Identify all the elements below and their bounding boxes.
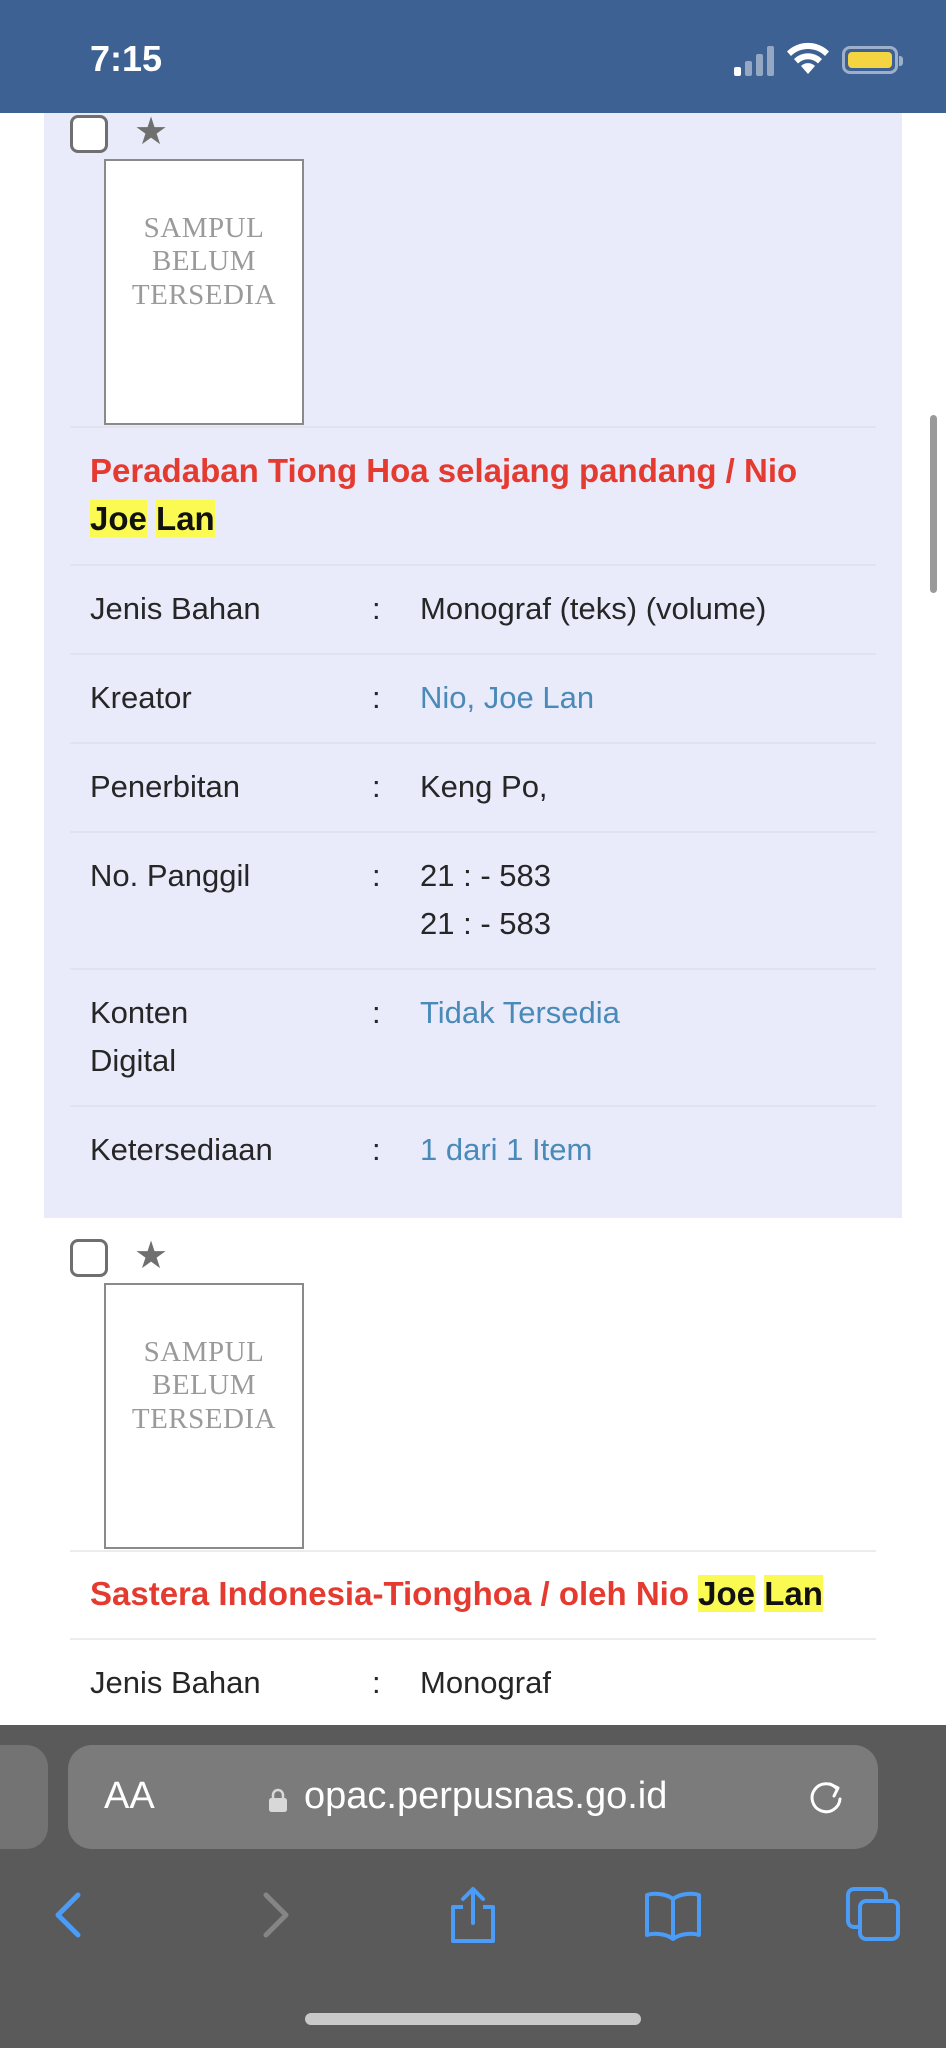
lock-icon <box>269 1788 287 1812</box>
status-time: 7:15 <box>90 38 163 79</box>
record-title-link[interactable]: Peradaban Tiong Hoa selajang pandang / N… <box>90 447 870 543</box>
divider <box>70 1550 876 1552</box>
star-icon[interactable]: ★ <box>134 113 168 151</box>
field-label: No. Panggil <box>90 858 251 893</box>
divider <box>70 653 876 655</box>
back-icon[interactable] <box>40 1885 100 1945</box>
wifi-icon <box>787 42 829 74</box>
status-bar: 7:15 <box>0 0 946 113</box>
field-label: Penerbitan <box>90 769 240 804</box>
divider <box>70 831 876 833</box>
home-indicator[interactable] <box>305 2013 641 2025</box>
text-size-button[interactable]: AA <box>104 1775 155 1818</box>
search-results: ★ SAMPUL BELUM TERSEDIA Peradaban Tiong … <box>0 113 946 1725</box>
cellular-signal-icon <box>734 44 776 76</box>
star-icon[interactable]: ★ <box>134 1237 168 1275</box>
tabs-icon[interactable] <box>844 1885 904 1945</box>
cover-placeholder-text: SAMPUL BELUM TERSEDIA <box>131 211 277 311</box>
cover-placeholder[interactable]: SAMPUL BELUM TERSEDIA <box>104 1283 304 1549</box>
select-checkbox[interactable] <box>70 1239 108 1277</box>
url-text[interactable]: opac.perpusnas.go.id <box>304 1775 667 1818</box>
field-label: Jenis Bahan <box>90 1665 261 1700</box>
field-label: Konten Digital <box>90 995 189 1078</box>
bookmarks-icon[interactable] <box>643 1885 703 1945</box>
divider <box>70 968 876 970</box>
forward-icon[interactable] <box>244 1885 304 1945</box>
divider <box>70 426 876 428</box>
battery-icon <box>842 46 903 74</box>
field-value: Monograf <box>420 1665 551 1700</box>
field-label: Jenis Bahan <box>90 591 261 626</box>
record-title-link[interactable]: Sastera Indonesia-Tionghoa / oleh Nio Jo… <box>90 1570 870 1618</box>
field-label: Ketersediaan <box>90 1132 273 1167</box>
creator-link[interactable]: Nio, Joe Lan <box>420 674 870 722</box>
field-value: 21 : - 583 21 : - 583 <box>420 858 551 941</box>
select-checkbox[interactable] <box>70 115 108 153</box>
availability-link[interactable]: 1 dari 1 Item <box>420 1126 870 1174</box>
field-value: Monograf (teks) (volume) <box>420 591 767 626</box>
divider <box>70 742 876 744</box>
cover-placeholder[interactable]: SAMPUL BELUM TERSEDIA <box>104 159 304 425</box>
field-label: Kreator <box>90 680 192 715</box>
field-value: Keng Po, <box>420 769 548 804</box>
previous-tab-peek[interactable] <box>0 1745 48 1849</box>
divider <box>70 1105 876 1107</box>
cover-placeholder-text: SAMPUL BELUM TERSEDIA <box>131 1335 277 1435</box>
reload-icon[interactable] <box>804 1775 848 1819</box>
divider <box>70 1638 876 1640</box>
result-record: ★ SAMPUL BELUM TERSEDIA Sastera Indonesi… <box>44 1218 902 1725</box>
share-icon[interactable] <box>443 1885 503 1945</box>
browser-toolbar: AA opac.perpusnas.go.id <box>0 1725 946 2048</box>
scroll-indicator[interactable] <box>930 415 937 593</box>
result-record: ★ SAMPUL BELUM TERSEDIA Peradaban Tiong … <box>44 113 902 1218</box>
address-bar[interactable]: AA opac.perpusnas.go.id <box>68 1745 878 1849</box>
digital-content-link[interactable]: Tidak Tersedia <box>420 989 870 1037</box>
divider <box>70 564 876 566</box>
